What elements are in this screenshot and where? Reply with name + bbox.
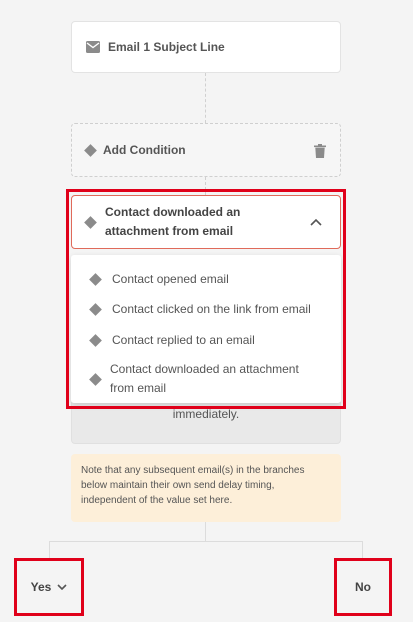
connector-line — [205, 73, 206, 123]
yes-branch-label: Yes — [30, 580, 52, 594]
diamond-icon — [89, 273, 102, 286]
option-label-line: from email — [110, 381, 167, 395]
diamond-icon — [84, 215, 97, 229]
send-delay-box: immediately. — [71, 400, 341, 444]
condition-select-value: Contact downloaded an attachment from em… — [105, 203, 240, 241]
email-icon — [86, 41, 100, 53]
diamond-icon — [84, 143, 97, 157]
condition-dropdown: Contact opened email Contact clicked on … — [71, 255, 341, 403]
condition-select[interactable]: Contact downloaded an attachment from em… — [71, 195, 341, 249]
timing-note: Note that any subsequent email(s) in the… — [71, 454, 341, 522]
trash-icon[interactable] — [314, 144, 326, 158]
yes-branch-button[interactable]: Yes — [17, 561, 81, 613]
option-label: Contact clicked on the link from email — [112, 302, 311, 316]
chevron-up-icon[interactable] — [310, 218, 322, 226]
add-condition-node[interactable]: Add Condition — [71, 123, 341, 177]
dropdown-option-clicked-link[interactable]: Contact clicked on the link from email — [71, 300, 341, 319]
diamond-icon — [89, 372, 102, 386]
add-condition-label: Add Condition — [103, 143, 186, 157]
branch-line — [49, 541, 363, 542]
dropdown-option-downloaded-attachment[interactable]: Contact downloaded an attachment from em… — [71, 360, 341, 398]
send-delay-text: immediately. — [172, 407, 240, 421]
diamond-icon — [89, 334, 102, 347]
email-node[interactable]: Email 1 Subject Line — [71, 21, 341, 73]
condition-select-value-line: attachment from email — [105, 224, 234, 238]
no-branch-label: No — [355, 580, 371, 594]
connector-line — [205, 177, 206, 195]
branch-line — [362, 541, 363, 561]
option-label: Contact downloaded an attachment from em… — [110, 360, 299, 398]
email-subject-title: Email 1 Subject Line — [108, 40, 225, 54]
option-label: Contact replied to an email — [112, 333, 255, 347]
no-branch-button[interactable]: No — [337, 561, 389, 613]
dropdown-option-replied[interactable]: Contact replied to an email — [71, 331, 341, 350]
dropdown-option-opened[interactable]: Contact opened email — [71, 270, 341, 289]
branch-line — [49, 541, 50, 561]
diamond-icon — [89, 303, 102, 316]
connector-line — [205, 522, 206, 541]
option-label: Contact opened email — [112, 272, 229, 286]
condition-select-value-line: Contact downloaded an — [105, 205, 241, 219]
chevron-down-icon — [57, 584, 67, 590]
option-label-line: Contact downloaded an attachment — [110, 362, 299, 376]
